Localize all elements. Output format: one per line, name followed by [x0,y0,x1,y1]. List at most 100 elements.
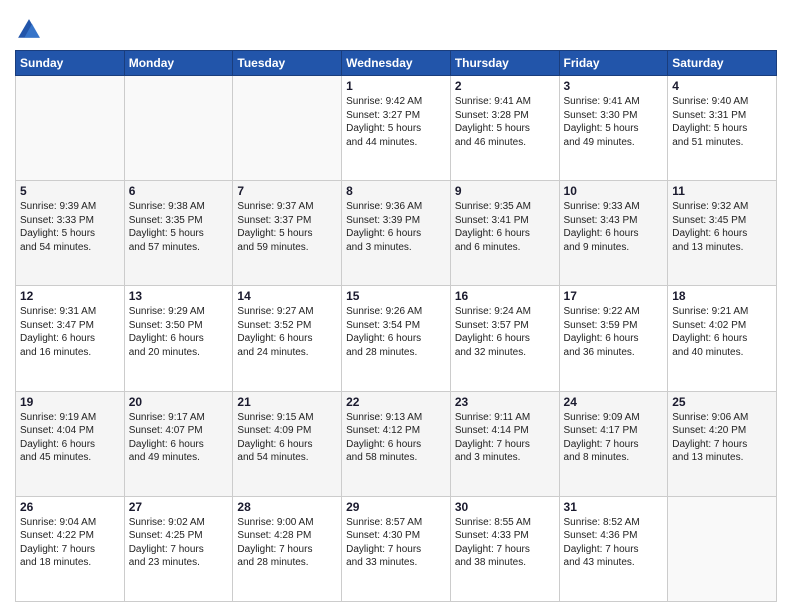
day-number: 24 [564,395,664,409]
day-number: 22 [346,395,446,409]
calendar-cell: 19 Sunrise: 9:19 AMSunset: 4:04 PMDayligh… [16,391,125,496]
calendar-cell: 14 Sunrise: 9:27 AMSunset: 3:52 PMDayligh… [233,286,342,391]
logo [15,16,47,44]
weekday-header-saturday: Saturday [668,51,777,76]
calendar-cell: 6 Sunrise: 9:38 AMSunset: 3:35 PMDaylight… [124,181,233,286]
calendar-cell: 11Sunrise: 9:32 AMSunset: 3:45 PMDayligh… [668,181,777,286]
calendar-cell: 2 Sunrise: 9:41 AMSunset: 3:28 PMDaylight… [450,76,559,181]
calendar-cell: 15 Sunrise: 9:26 AMSunset: 3:54 PMDayligh… [342,286,451,391]
calendar-cell: 23Sunrise: 9:11 AMSunset: 4:14 PMDayligh… [450,391,559,496]
day-info: Sunrise: 9:17 AMSunset: 4:07 PMDaylight:… [129,411,229,465]
day-info: Sunrise: 9:32 AMSunset: 3:45 PMDaylight:… [672,200,772,254]
calendar-cell: 18 Sunrise: 9:21 AMSunset: 4:02 PMDayligh… [668,286,777,391]
weekday-header-wednesday: Wednesday [342,51,451,76]
day-number: 6 [129,184,229,198]
day-info: Sunrise: 8:52 AMSunset: 4:36 PMDaylight:… [564,516,664,570]
calendar-cell: 3 Sunrise: 9:41 AMSunset: 3:30 PMDaylight… [559,76,668,181]
calendar-cell: 1 Sunrise: 9:42 AMSunset: 3:27 PMDaylight… [342,76,451,181]
week-row-4: 19 Sunrise: 9:19 AMSunset: 4:04 PMDayligh… [16,391,777,496]
day-info: Sunrise: 9:27 AMSunset: 3:52 PMDaylight:… [237,305,337,359]
calendar-cell [124,76,233,181]
calendar-cell: 20 Sunrise: 9:17 AMSunset: 4:07 PMDayligh… [124,391,233,496]
day-number: 13 [129,289,229,303]
calendar-cell: 8 Sunrise: 9:36 AMSunset: 3:39 PMDaylight… [342,181,451,286]
day-info: Sunrise: 9:21 AMSunset: 4:02 PMDaylight:… [672,305,772,359]
day-info: Sunrise: 9:24 AMSunset: 3:57 PMDaylight:… [455,305,555,359]
day-info: Sunrise: 9:38 AMSunset: 3:35 PMDaylight:… [129,200,229,254]
day-number: 7 [237,184,337,198]
day-number: 26 [20,500,120,514]
logo-icon [15,16,43,44]
day-number: 27 [129,500,229,514]
day-number: 25 [672,395,772,409]
weekday-header-row: SundayMondayTuesdayWednesdayThursdayFrid… [16,51,777,76]
day-number: 8 [346,184,446,198]
day-info: Sunrise: 9:15 AMSunset: 4:09 PMDaylight:… [237,411,337,465]
day-number: 5 [20,184,120,198]
weekday-header-sunday: Sunday [16,51,125,76]
day-number: 18 [672,289,772,303]
day-info: Sunrise: 9:36 AMSunset: 3:39 PMDaylight:… [346,200,446,254]
day-number: 16 [455,289,555,303]
day-number: 1 [346,79,446,93]
day-info: Sunrise: 9:37 AMSunset: 3:37 PMDaylight:… [237,200,337,254]
day-info: Sunrise: 9:04 AMSunset: 4:22 PMDaylight:… [20,516,120,570]
week-row-5: 26 Sunrise: 9:04 AMSunset: 4:22 PMDayligh… [16,496,777,601]
weekday-header-monday: Monday [124,51,233,76]
calendar-cell: 4 Sunrise: 9:40 AMSunset: 3:31 PMDaylight… [668,76,777,181]
week-row-2: 5 Sunrise: 9:39 AMSunset: 3:33 PMDaylight… [16,181,777,286]
day-number: 3 [564,79,664,93]
day-info: Sunrise: 9:26 AMSunset: 3:54 PMDaylight:… [346,305,446,359]
day-number: 12 [20,289,120,303]
day-number: 2 [455,79,555,93]
day-info: Sunrise: 9:09 AMSunset: 4:17 PMDaylight:… [564,411,664,465]
day-info: Sunrise: 9:02 AMSunset: 4:25 PMDaylight:… [129,516,229,570]
day-number: 19 [20,395,120,409]
day-number: 20 [129,395,229,409]
day-number: 9 [455,184,555,198]
day-info: Sunrise: 9:19 AMSunset: 4:04 PMDaylight:… [20,411,120,465]
day-info: Sunrise: 9:06 AMSunset: 4:20 PMDaylight:… [672,411,772,465]
calendar-cell: 30 Sunrise: 8:55 AMSunset: 4:33 PMDayligh… [450,496,559,601]
day-number: 29 [346,500,446,514]
calendar-cell: 22 Sunrise: 9:13 AMSunset: 4:12 PMDayligh… [342,391,451,496]
day-info: Sunrise: 9:31 AMSunset: 3:47 PMDaylight:… [20,305,120,359]
calendar-cell: 10 Sunrise: 9:33 AMSunset: 3:43 PMDayligh… [559,181,668,286]
day-number: 4 [672,79,772,93]
page: SundayMondayTuesdayWednesdayThursdayFrid… [0,0,792,612]
day-number: 30 [455,500,555,514]
day-info: Sunrise: 9:41 AMSunset: 3:28 PMDaylight:… [455,95,555,149]
weekday-header-thursday: Thursday [450,51,559,76]
day-number: 10 [564,184,664,198]
calendar-cell: 27 Sunrise: 9:02 AMSunset: 4:25 PMDayligh… [124,496,233,601]
day-info: Sunrise: 9:00 AMSunset: 4:28 PMDaylight:… [237,516,337,570]
day-info: Sunrise: 9:40 AMSunset: 3:31 PMDaylight:… [672,95,772,149]
weekday-header-tuesday: Tuesday [233,51,342,76]
calendar-cell: 9Sunrise: 9:35 AMSunset: 3:41 PMDaylight… [450,181,559,286]
day-info: Sunrise: 9:22 AMSunset: 3:59 PMDaylight:… [564,305,664,359]
day-info: Sunrise: 9:42 AMSunset: 3:27 PMDaylight:… [346,95,446,149]
day-info: Sunrise: 9:39 AMSunset: 3:33 PMDaylight:… [20,200,120,254]
week-row-3: 12 Sunrise: 9:31 AMSunset: 3:47 PMDayligh… [16,286,777,391]
header [15,10,777,44]
day-number: 28 [237,500,337,514]
calendar-cell: 5 Sunrise: 9:39 AMSunset: 3:33 PMDaylight… [16,181,125,286]
calendar-cell: 28 Sunrise: 9:00 AMSunset: 4:28 PMDayligh… [233,496,342,601]
calendar-cell: 17Sunrise: 9:22 AMSunset: 3:59 PMDayligh… [559,286,668,391]
day-info: Sunrise: 8:55 AMSunset: 4:33 PMDaylight:… [455,516,555,570]
day-number: 31 [564,500,664,514]
calendar-cell: 25 Sunrise: 9:06 AMSunset: 4:20 PMDayligh… [668,391,777,496]
day-info: Sunrise: 9:11 AMSunset: 4:14 PMDaylight:… [455,411,555,465]
day-info: Sunrise: 9:33 AMSunset: 3:43 PMDaylight:… [564,200,664,254]
calendar-cell: 13 Sunrise: 9:29 AMSunset: 3:50 PMDayligh… [124,286,233,391]
calendar-cell: 16 Sunrise: 9:24 AMSunset: 3:57 PMDayligh… [450,286,559,391]
day-info: Sunrise: 9:41 AMSunset: 3:30 PMDaylight:… [564,95,664,149]
calendar-cell [668,496,777,601]
day-info: Sunrise: 8:57 AMSunset: 4:30 PMDaylight:… [346,516,446,570]
day-info: Sunrise: 9:29 AMSunset: 3:50 PMDaylight:… [129,305,229,359]
calendar-cell: 26 Sunrise: 9:04 AMSunset: 4:22 PMDayligh… [16,496,125,601]
day-info: Sunrise: 9:13 AMSunset: 4:12 PMDaylight:… [346,411,446,465]
calendar: SundayMondayTuesdayWednesdayThursdayFrid… [15,50,777,602]
day-number: 15 [346,289,446,303]
day-number: 14 [237,289,337,303]
